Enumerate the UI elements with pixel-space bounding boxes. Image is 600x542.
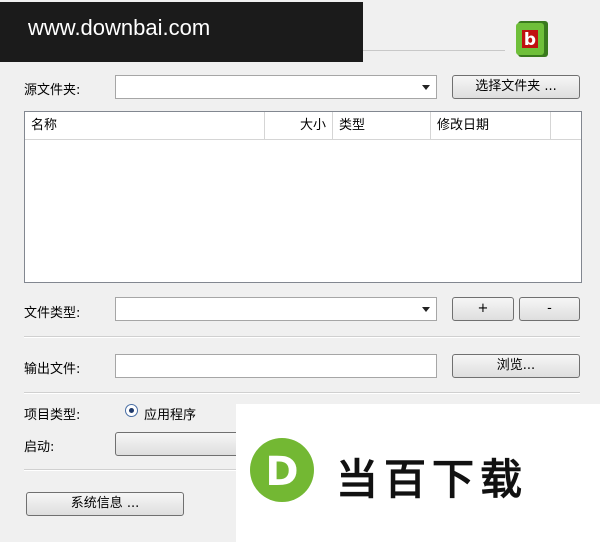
header-divider xyxy=(363,50,505,51)
column-header-modified[interactable]: 修改日期 xyxy=(431,112,551,139)
column-header-size[interactable]: 大小 xyxy=(265,112,333,139)
watermark-logo-icon: D xyxy=(250,438,314,502)
site-banner: www.downbai.com xyxy=(0,2,363,62)
chevron-down-icon[interactable] xyxy=(422,307,430,312)
watermark-text: 当百下载 xyxy=(336,455,529,504)
source-folder-label: 源文件夹: xyxy=(24,83,81,98)
application-radio-label[interactable]: 应用程序 xyxy=(144,404,196,423)
file-type-combo[interactable] xyxy=(115,297,437,321)
column-header-name[interactable]: 名称 xyxy=(25,112,265,139)
add-file-type-button[interactable]: + xyxy=(452,297,514,321)
output-file-label: 输出文件: xyxy=(24,362,81,377)
file-list-header: 名称 大小 类型 修改日期 xyxy=(25,112,581,140)
system-info-button[interactable]: 系统信息 ... xyxy=(26,492,184,516)
project-type-label: 项目类型: xyxy=(24,408,81,423)
file-type-label: 文件类型: xyxy=(24,306,81,321)
application-radio[interactable] xyxy=(125,404,138,417)
watermark: D 当百下载 xyxy=(236,404,600,542)
app-logo-icon: b xyxy=(516,21,548,57)
source-folder-combo[interactable] xyxy=(115,75,437,99)
column-header-filler xyxy=(551,112,582,139)
divider xyxy=(24,392,580,394)
chevron-down-icon[interactable] xyxy=(422,85,430,90)
column-header-type[interactable]: 类型 xyxy=(333,112,431,139)
output-file-field[interactable] xyxy=(115,354,437,378)
browse-button[interactable]: 浏览... xyxy=(452,354,580,378)
startup-label: 启动: xyxy=(24,440,55,455)
svg-text:D: D xyxy=(265,449,298,495)
app-logo-letter: b xyxy=(524,30,536,50)
watermark-logo-glyph: D xyxy=(265,449,298,495)
remove-file-type-button[interactable]: - xyxy=(519,297,580,321)
divider xyxy=(24,336,580,338)
select-folder-button[interactable]: 选择文件夹 ... xyxy=(452,75,580,99)
file-list[interactable]: 名称 大小 类型 修改日期 xyxy=(24,111,582,283)
main-window: www.downbai.com b 源文件夹: 选择文件夹 ... 名称 大小 … xyxy=(0,0,600,542)
